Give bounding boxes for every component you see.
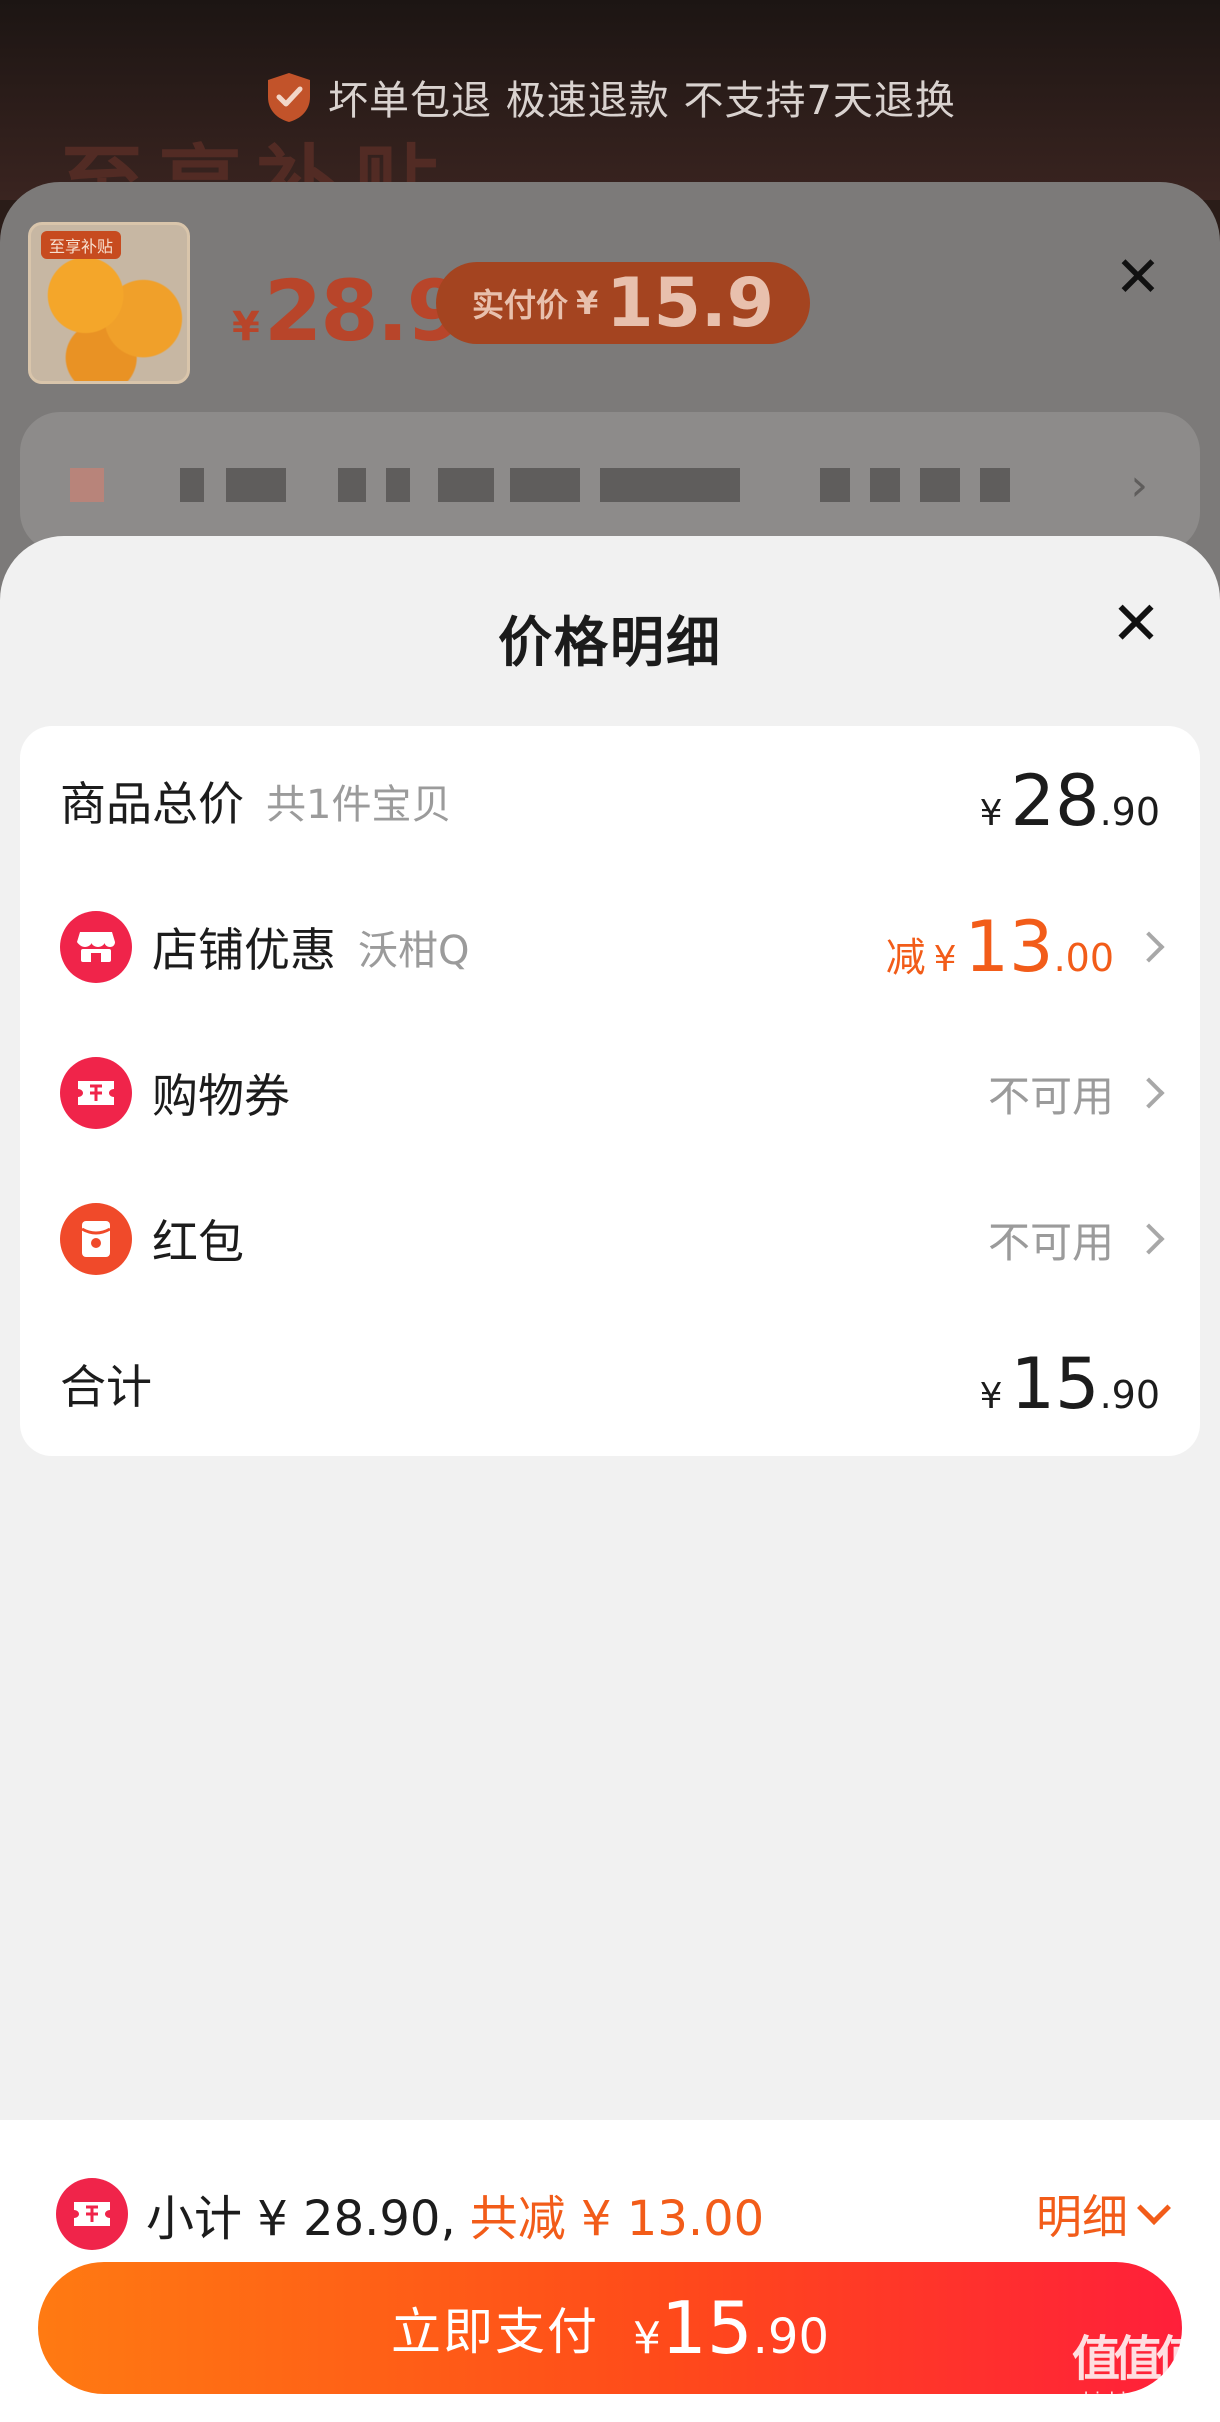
row-label: 商品总价 — [60, 777, 244, 831]
row-label: 购物券 — [152, 1069, 290, 1123]
total-amount: ¥ 15 .90 — [980, 1343, 1160, 1425]
row-goods-total: 商品总价 共1件宝贝 ¥ 28 .90 — [60, 751, 1160, 851]
watermark: 值值值 zhizhizhi.com — [1060, 2319, 1210, 2410]
amount-integer: 15 — [1010, 1343, 1100, 1425]
row-label: 合计 — [60, 1360, 152, 1414]
top-bar: 坏单包退 极速退款 不支持7天退换 至享补贴 — [0, 0, 1220, 200]
currency-symbol: ¥ — [979, 1376, 1003, 1417]
order-summary: 小计 ¥ 28.90, 共减 ¥ 13.00 明细 — [56, 2174, 1171, 2254]
amount-integer: 13 — [964, 906, 1054, 988]
coupon-icon — [60, 1057, 132, 1129]
status-value: 不可用 — [987, 1071, 1114, 1121]
currency-symbol: ¥ — [933, 939, 957, 980]
amount-integer: 28 — [1010, 760, 1100, 842]
coupon-icon — [56, 2178, 128, 2250]
row-red-packet[interactable]: 红包 不可用 — [60, 1189, 1165, 1289]
store-discount-amount: 减 ¥ 13 .00 — [886, 906, 1114, 988]
pay-now-button[interactable]: 立即支付 ¥15.90 — [38, 2262, 1182, 2394]
product-thumbnail: 至享补贴 — [28, 222, 190, 384]
watermark-mark: 值值值 — [1071, 2331, 1204, 2387]
amount-decimal: .90 — [1099, 1373, 1160, 1417]
address-row-blurred[interactable]: › — [20, 412, 1200, 552]
paid-price-value: 15.9 — [606, 263, 775, 343]
paid-price-pill: 实付价 ¥ 15.9 — [436, 262, 811, 344]
price-detail-card: 商品总价 共1件宝贝 ¥ 28 .90 店铺优惠 沃柑Q 减 ¥ 13 .00 … — [20, 726, 1200, 1456]
goods-total-amount: ¥ 28 .90 — [980, 760, 1160, 842]
status-value: 不可用 — [987, 1217, 1114, 1267]
discount-prefix: 减 — [885, 935, 926, 981]
row-sublabel: 共1件宝贝 — [266, 782, 452, 828]
chevron-right-icon — [1133, 931, 1165, 963]
currency-symbol: ¥ — [633, 2313, 662, 2364]
detail-link-label: 明细 — [1036, 2190, 1128, 2244]
close-icon[interactable]: ✕ — [1112, 250, 1164, 306]
row-total: 合计 ¥ 15 .90 — [60, 1334, 1160, 1434]
store-icon — [60, 911, 132, 983]
detail-toggle[interactable]: 明细 — [1036, 2181, 1171, 2247]
shield-icon — [268, 73, 311, 122]
chevron-right-icon: › — [1130, 460, 1148, 511]
bottom-bar: 小计 ¥ 28.90, 共减 ¥ 13.00 明细 立即支付 ¥15.90 值值… — [0, 2120, 1220, 2422]
amount-decimal: .90 — [1099, 790, 1160, 834]
saving-text: 共减 ¥ 13.00 — [469, 2191, 765, 2247]
row-label: 红包 — [152, 1215, 244, 1269]
thumb-tag: 至享补贴 — [41, 231, 122, 259]
coupon-status: 不可用 — [988, 1063, 1114, 1124]
amount-decimal: .00 — [1053, 936, 1114, 980]
red-packet-icon — [60, 1203, 132, 1275]
paid-price-label: 实付价 — [472, 286, 569, 324]
currency-symbol: ¥ — [576, 284, 599, 322]
row-label: 店铺优惠 — [152, 923, 336, 977]
row-shopping-coupon[interactable]: 购物券 不可用 — [60, 1043, 1165, 1143]
panel-title: 价格明细 — [498, 611, 722, 674]
product-price-value: 28.9 — [263, 262, 465, 360]
pay-amount-decimal: .90 — [752, 2309, 829, 2365]
currency-symbol: ¥ — [232, 304, 260, 350]
chevron-right-icon — [1133, 1223, 1165, 1255]
chevron-down-icon — [1137, 2191, 1171, 2225]
subtotal-text: 小计 ¥ 28.90, — [146, 2191, 456, 2247]
currency-symbol: ¥ — [979, 793, 1003, 834]
watermark-url: zhizhizhi.com — [1074, 2389, 1196, 2410]
banner-ghost-text: 至享补贴 — [60, 136, 453, 188]
pay-amount-integer: 15 — [661, 2286, 753, 2370]
red-packet-status: 不可用 — [988, 1209, 1114, 1270]
row-store-discount[interactable]: 店铺优惠 沃柑Q 减 ¥ 13 .00 — [60, 897, 1165, 997]
chevron-right-icon — [1133, 1077, 1165, 1109]
product-price: ¥ 28.9 — [232, 262, 465, 360]
pay-button-label: 立即支付 — [391, 2303, 600, 2361]
row-sublabel: 沃柑Q — [358, 928, 470, 974]
close-icon[interactable]: ✕ — [1108, 594, 1164, 654]
